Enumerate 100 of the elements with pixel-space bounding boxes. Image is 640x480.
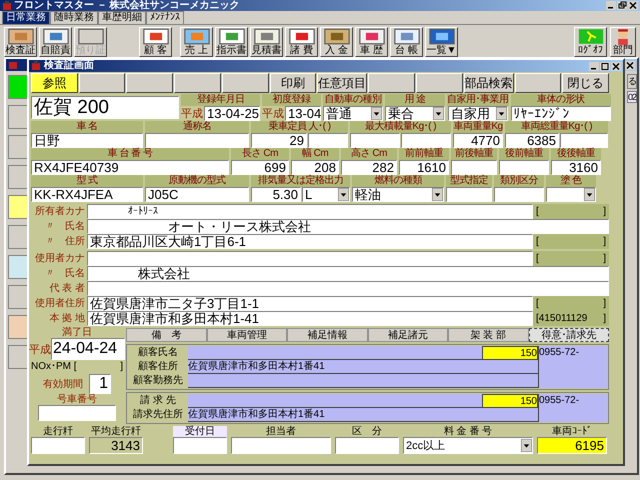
toolbar-button[interactable]: ﾛｸﾞｵﾌ [574,27,607,57]
toolbar-button[interactable]: 車 歴 [355,27,388,57]
minimize-icon[interactable] [606,1,616,10]
caret-icon[interactable] [496,107,507,120]
tab[interactable]: 架 装 部 [448,328,528,342]
input-field[interactable] [231,437,331,454]
input-field[interactable]: ﾘﾔｰｴﾝｼﾞﾝ [510,106,610,121]
number-field[interactable]: 150 [482,346,538,360]
toolbar-button[interactable]: 指示書 [215,27,248,57]
dropdown[interactable]: 自家用 [448,106,508,121]
toolbar-button[interactable]: 部門 [610,27,636,57]
input-field[interactable]: 699 [231,160,289,175]
input-field[interactable] [350,133,400,148]
blank-button[interactable] [126,73,174,93]
input-field[interactable] [446,187,492,202]
dropdown[interactable]: 乗合 [385,106,445,121]
input-field[interactable]: 東京都品川区大崎1丁目6-1 [87,234,533,249]
input-field[interactable]: 3160 [551,160,601,175]
dialog-button[interactable]: 参照 [31,73,78,93]
blank-button[interactable] [174,73,221,93]
input-field[interactable] [87,281,609,296]
dropdown[interactable]: 2cc以上 [403,437,533,454]
toolbar-button[interactable]: 台 帳 [390,27,423,57]
input-field[interactable] [451,160,497,175]
input-field[interactable]: 4770 [453,133,503,148]
tab[interactable]: 備 考 [126,328,206,342]
input-field[interactable]: J05C [145,187,249,202]
input-field[interactable]: 282 [341,160,397,175]
toolbar-button[interactable]: 売 上 [180,27,213,57]
restore-icon[interactable] [617,1,627,10]
input-field[interactable] [335,437,399,454]
input-field[interactable]: 3143 [89,437,143,454]
input-field[interactable]: 佐賀県唐津市和多田本村1-41 [87,311,533,326]
caret-icon[interactable] [371,107,382,120]
input-field[interactable]: 1610 [399,160,449,175]
blank-button[interactable] [368,73,415,93]
input-field[interactable]: 13-04 [285,106,321,121]
close-icon[interactable] [611,62,621,70]
input-field[interactable]: 佐賀県唐津市二タ子3丁目1-1 [87,296,533,311]
input-field[interactable]: 13-04-25 [204,106,260,121]
menu-tab[interactable]: 日常業務 [2,11,50,24]
input-field[interactable]: 6385 [505,133,559,148]
input-field[interactable]: オート・リース株式会社 [87,219,609,234]
input-field[interactable]: ｵｰﾄﾘｰｽ [87,204,533,219]
input-field[interactable] [173,437,227,454]
dropdown[interactable] [546,187,596,202]
menu-tab[interactable]: ﾒﾝﾃﾅﾝｽ [146,11,184,24]
tab[interactable]: 補足諸元 [368,328,448,342]
tab[interactable]: 補足情報 [287,328,368,342]
toolbar-button[interactable]: 検査証 [4,27,37,57]
menu-tab[interactable]: 車歴明細 [98,11,146,24]
caret-icon[interactable] [338,188,349,201]
input-field[interactable] [494,187,544,202]
input-field[interactable]: 6195 [537,437,607,454]
input-field[interactable]: 29 [251,133,307,148]
caret-icon[interactable] [521,439,532,452]
input-field[interactable] [499,160,549,175]
input-field[interactable] [87,251,533,266]
toolbar-button[interactable]: 顧 客 [139,27,172,57]
blank-button[interactable] [78,73,126,93]
input-field[interactable]: KK-RX4JFEA [31,187,143,202]
phone-field[interactable] [538,374,607,388]
dialog-button[interactable]: 任意項目 [317,73,368,93]
input-field[interactable]: 5.30 [251,187,301,202]
close-button[interactable]: る [627,74,637,89]
dialog-button[interactable]: 印刷 [270,73,316,93]
blank-button[interactable] [222,73,269,93]
caret-icon[interactable] [432,188,443,201]
input-field[interactable]: 208 [291,160,339,175]
maximize-icon[interactable] [600,62,610,70]
dialog-button[interactable]: 部品検索 [464,73,514,93]
dropdown[interactable]: 普通 [323,106,383,121]
period-field[interactable]: 1 [89,374,111,394]
input-field[interactable] [188,394,482,408]
phone-field[interactable] [538,408,607,422]
input-field[interactable] [145,133,249,148]
input-field[interactable]: 日野 [31,133,143,148]
input-field[interactable] [560,133,608,148]
tab[interactable]: 車両管理 [206,328,287,342]
input-field[interactable]: 佐賀県唐津市和多田本村1番41 [188,360,538,374]
input-field[interactable]: 佐賀県唐津市和多田本村1番41 [188,408,538,422]
close-icon[interactable] [625,60,635,70]
caret-icon[interactable] [584,188,595,201]
input-field[interactable] [308,133,348,148]
toolbar-button[interactable]: 自賠責 [39,27,72,57]
phone-field[interactable]: 0955-72- [538,394,607,408]
caret-icon[interactable] [433,107,444,120]
dropdown[interactable]: L [302,187,350,202]
close-icon[interactable] [628,1,638,10]
input-field[interactable] [38,405,116,421]
date-field[interactable]: 24-04-24 [51,338,125,360]
dialog-button[interactable]: 閉じる [562,73,610,93]
minimize-icon[interactable] [589,62,599,70]
input-field[interactable]: 株式会社 [87,266,609,281]
input-field[interactable] [401,133,451,148]
toolbar-button[interactable]: 諸 費 [285,27,318,57]
input-field[interactable] [188,374,538,388]
blank-button[interactable] [514,73,562,93]
menu-tab[interactable]: 随時業務 [50,11,98,24]
input-field[interactable] [31,437,85,454]
